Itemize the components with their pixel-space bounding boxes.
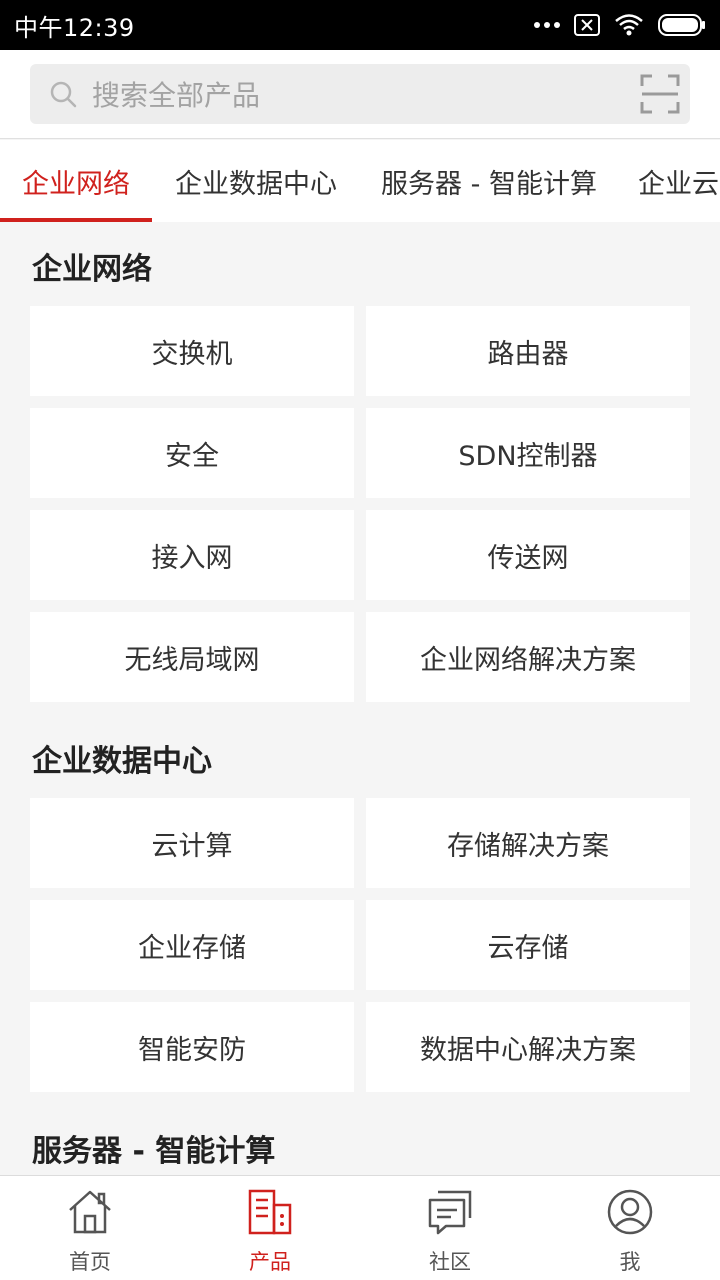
section-title-enterprise-datacenter: 企业数据中心 — [32, 744, 212, 779]
product-smart-security[interactable]: 智能安防 — [30, 1002, 354, 1092]
status-time: 中午12:39 — [14, 13, 135, 42]
scan-icon[interactable] — [640, 74, 680, 114]
product-cloud-computing[interactable]: 云计算 — [30, 798, 354, 888]
product-access-network[interactable]: 接入网 — [30, 510, 354, 600]
search-header: 搜索全部产品 — [0, 50, 720, 139]
battery-icon — [658, 14, 705, 36]
status-icons — [534, 13, 706, 37]
grid-enterprise-network: 交换机 路由器 安全 SDN控制器 接入网 传送网 无线局域网 企业网络解决方案 — [30, 306, 690, 702]
nav-home-label: 首页 — [69, 1250, 111, 1274]
nav-profile-label: 我 — [619, 1250, 641, 1274]
home-icon — [69, 1190, 111, 1234]
tab-enterprise-datacenter[interactable]: 企业数据中心 — [160, 140, 352, 222]
product-storage-solutions[interactable]: 存储解决方案 — [366, 798, 690, 888]
status-bar: 中午12:39 — [0, 0, 720, 50]
product-enterprise-storage[interactable]: 企业存储 — [30, 900, 354, 990]
category-tabs: 企业网络 企业数据中心 服务器 - 智能计算 企业云 — [0, 140, 720, 222]
product-switch[interactable]: 交换机 — [30, 306, 354, 396]
product-transport-network[interactable]: 传送网 — [366, 510, 690, 600]
nav-products[interactable]: 产品 — [180, 1176, 360, 1280]
search-input[interactable]: 搜索全部产品 — [30, 64, 690, 124]
search-icon — [48, 79, 78, 109]
product-wlan[interactable]: 无线局域网 — [30, 612, 354, 702]
nav-products-label: 产品 — [249, 1250, 291, 1274]
nav-home[interactable]: 首页 — [0, 1176, 180, 1280]
tab-enterprise-cloud[interactable]: 企业云 — [628, 140, 720, 222]
product-network-solutions[interactable]: 企业网络解决方案 — [366, 612, 690, 702]
nav-community-label: 社区 — [429, 1250, 471, 1274]
wifi-icon — [615, 14, 643, 36]
active-tab-indicator — [0, 218, 152, 222]
grid-enterprise-datacenter: 云计算 存储解决方案 企业存储 云存储 智能安防 数据中心解决方案 — [30, 798, 690, 1092]
more-dots-icon — [534, 22, 560, 28]
product-cloud-storage[interactable]: 云存储 — [366, 900, 690, 990]
product-router[interactable]: 路由器 — [366, 306, 690, 396]
nav-profile[interactable]: 我 — [540, 1176, 720, 1280]
product-security[interactable]: 安全 — [30, 408, 354, 498]
product-datacenter-solutions[interactable]: 数据中心解决方案 — [366, 1002, 690, 1092]
nav-community[interactable]: 社区 — [360, 1176, 540, 1280]
section-title-server-computing: 服务器 - 智能计算 — [32, 1134, 276, 1169]
search-placeholder: 搜索全部产品 — [92, 79, 261, 112]
tab-enterprise-network[interactable]: 企业网络 — [0, 140, 152, 222]
sim-card-icon — [574, 14, 600, 36]
section-title-enterprise-network: 企业网络 — [32, 252, 152, 287]
profile-icon — [607, 1189, 653, 1235]
products-icon — [248, 1189, 292, 1235]
community-icon — [428, 1190, 472, 1235]
product-sdn-controller[interactable]: SDN控制器 — [366, 408, 690, 498]
bottom-nav: 首页 产品 社区 我 — [0, 1175, 720, 1280]
tab-server-computing[interactable]: 服务器 - 智能计算 — [370, 140, 608, 222]
